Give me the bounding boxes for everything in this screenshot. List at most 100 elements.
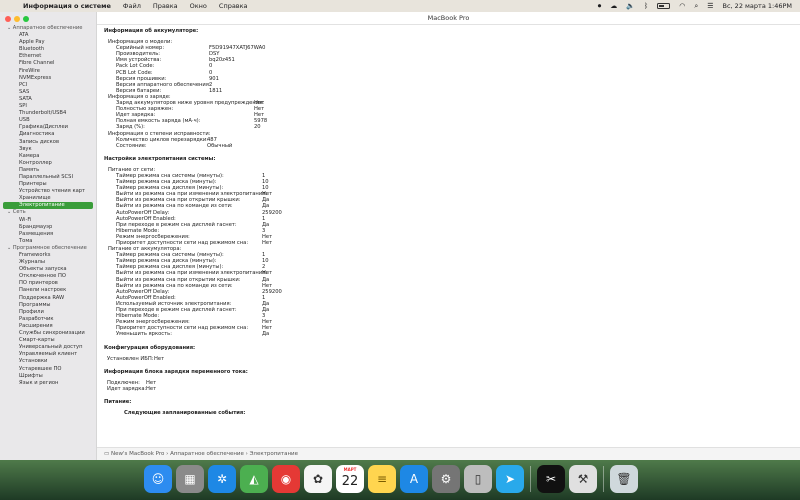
sidebar-section[interactable]: Программное обеспечение: [0, 245, 96, 252]
automator-icon[interactable]: ⚒: [569, 465, 597, 493]
battery-info-heading: Информация об аккумуляторе:: [104, 28, 199, 34]
finder-icon[interactable]: ☺: [144, 465, 172, 493]
sidebar-item[interactable]: Электропитание: [3, 202, 93, 210]
sidebar-item[interactable]: Wi-Fi: [0, 217, 96, 224]
sidebar-item[interactable]: Устройство чтения карт: [0, 188, 96, 195]
sidebar-item[interactable]: Thunderbolt/USB4: [0, 110, 96, 117]
sidebar-item[interactable]: Установки: [0, 358, 96, 365]
sidebar-item[interactable]: ATA: [0, 32, 96, 39]
maps-icon[interactable]: ◭: [240, 465, 268, 493]
info-key: Состояние:: [116, 142, 147, 149]
sidebar-item[interactable]: USB: [0, 117, 96, 124]
power-settings-heading: Настройки электропитания системы:: [104, 155, 216, 162]
sidebar-item[interactable]: Frameworks: [0, 252, 96, 259]
menu-clock[interactable]: Вс, 22 марта 1:46PM: [723, 2, 792, 10]
photos-icon[interactable]: ✿: [304, 465, 332, 493]
sidebar-item[interactable]: Графика/Дисплеи: [0, 124, 96, 131]
record-icon[interactable]: ⏺: [598, 2, 602, 10]
sidebar-item[interactable]: Диагностика: [0, 131, 96, 138]
sidebar-item[interactable]: PCI: [0, 82, 96, 89]
menu-app-name[interactable]: Информация о системе: [23, 2, 111, 10]
sidebar-item[interactable]: Управляемый клиент: [0, 351, 96, 358]
path-bar-text[interactable]: New's MacBook Pro › Аппаратное обеспечен…: [111, 451, 298, 457]
minimize-window-button[interactable]: [14, 16, 20, 22]
path-bar: ▭ New's MacBook Pro › Аппаратное обеспеч…: [97, 447, 800, 460]
safari-icon[interactable]: ✲: [208, 465, 236, 493]
sidebar-item[interactable]: NVMExpress: [0, 75, 96, 82]
trash-icon[interactable]: 🗑: [610, 465, 638, 493]
bluetooth-icon[interactable]: ᛒ: [644, 2, 648, 10]
sidebar-section[interactable]: Сеть: [0, 209, 96, 216]
info-row: Идет зарядка: Нет: [104, 386, 792, 392]
sidebar-item[interactable]: ПО принтеров: [0, 280, 96, 287]
sidebar-item[interactable]: Язык и регион: [0, 380, 96, 387]
menu-window[interactable]: Окно: [190, 2, 207, 10]
battery-icon[interactable]: [657, 3, 671, 9]
sidebar-item[interactable]: Хранилище: [0, 195, 96, 202]
menu-file[interactable]: Файл: [123, 2, 141, 10]
control-center-icon[interactable]: ☰: [707, 2, 713, 10]
sound-icon[interactable]: 🔈: [626, 2, 635, 10]
appstore-icon[interactable]: A: [400, 465, 428, 493]
sidebar-item[interactable]: Журналы: [0, 259, 96, 266]
sidebar-item[interactable]: Шрифты: [0, 373, 96, 380]
info-key: Заряд (%):: [116, 124, 145, 131]
telegram-icon[interactable]: ➤: [496, 465, 524, 493]
sidebar-item[interactable]: Bluetooth: [0, 46, 96, 53]
sidebar-item[interactable]: Службы синхронизации: [0, 330, 96, 337]
sidebar-item[interactable]: Панели настроек: [0, 287, 96, 294]
sidebar-item[interactable]: SATA: [0, 96, 96, 103]
sidebar-item[interactable]: Камера: [0, 153, 96, 160]
calendar-icon[interactable]: МАРТ 22: [336, 465, 364, 493]
cloud-icon[interactable]: ☁: [610, 2, 617, 10]
sidebar-item[interactable]: Ethernet: [0, 53, 96, 60]
info-value: Обычный: [207, 142, 233, 149]
menu-edit[interactable]: Правка: [153, 2, 178, 10]
sidebar-item[interactable]: Размещения: [0, 231, 96, 238]
zoom-window-button[interactable]: [23, 16, 29, 22]
search-icon[interactable]: ⌕: [694, 2, 698, 10]
computer-icon: ▭: [104, 451, 111, 457]
info-row: Установлен ИБП: Нет: [104, 356, 792, 362]
sidebar-item[interactable]: Отключенное ПО: [0, 273, 96, 280]
system-settings-icon[interactable]: ⚙: [432, 465, 460, 493]
sidebar-item[interactable]: Тома: [0, 238, 96, 245]
sidebar-item[interactable]: Объекты запуска: [0, 266, 96, 273]
chrome-icon[interactable]: ◉: [272, 465, 300, 493]
capcut-icon[interactable]: ✂: [537, 465, 565, 493]
sidebar-item[interactable]: SPI: [0, 103, 96, 110]
close-window-button[interactable]: [5, 16, 11, 22]
calendar-day: 22: [341, 474, 359, 489]
iphone-mirroring-icon[interactable]: ▯: [464, 465, 492, 493]
info-key: Уменьшить яркость:: [116, 331, 172, 338]
notes-icon[interactable]: ≡: [368, 465, 396, 493]
info-row: Уменьшить яркость: Да: [104, 331, 792, 337]
sidebar-item[interactable]: Apple Pay: [0, 39, 96, 46]
sidebar-item[interactable]: Профили: [0, 309, 96, 316]
sidebar-item[interactable]: Программы: [0, 302, 96, 309]
info-key: Установлен ИБП:: [107, 355, 154, 362]
info-value: 20: [254, 124, 261, 131]
sidebar-item[interactable]: Расширения: [0, 323, 96, 330]
sidebar-item[interactable]: Разработчик: [0, 316, 96, 323]
system-info-window: Аппаратное обеспечениеATAApple PayBlueto…: [0, 12, 800, 460]
menu-bar: Информация о системе Файл Правка Окно Сп…: [0, 0, 800, 12]
sidebar-item[interactable]: Fibre Channel: [0, 60, 96, 67]
sidebar-item[interactable]: Память: [0, 167, 96, 174]
sidebar-item[interactable]: Устаревшее ПО: [0, 366, 96, 373]
sidebar-item[interactable]: SAS: [0, 89, 96, 96]
sidebar-item[interactable]: Поддержка RAW: [0, 295, 96, 302]
scheduled-events-heading: Следующие запланированные события:: [124, 410, 246, 417]
launchpad-icon[interactable]: ▦: [176, 465, 204, 493]
wifi-icon[interactable]: ◠: [679, 2, 685, 10]
menu-help[interactable]: Справка: [219, 2, 248, 10]
info-value: Да: [262, 331, 270, 338]
sidebar-item[interactable]: Контроллер: [0, 160, 96, 167]
sidebar-item[interactable]: Запись дисков: [0, 139, 96, 146]
info-value: 1811: [209, 87, 223, 94]
sidebar-item[interactable]: Звук: [0, 146, 96, 153]
sidebar-item[interactable]: FireWire: [0, 68, 96, 75]
sidebar-section[interactable]: Аппаратное обеспечение: [0, 25, 96, 32]
sidebar-item[interactable]: Брандмауэр: [0, 224, 96, 231]
sidebar-item[interactable]: Параллельный SCSI: [0, 174, 96, 181]
